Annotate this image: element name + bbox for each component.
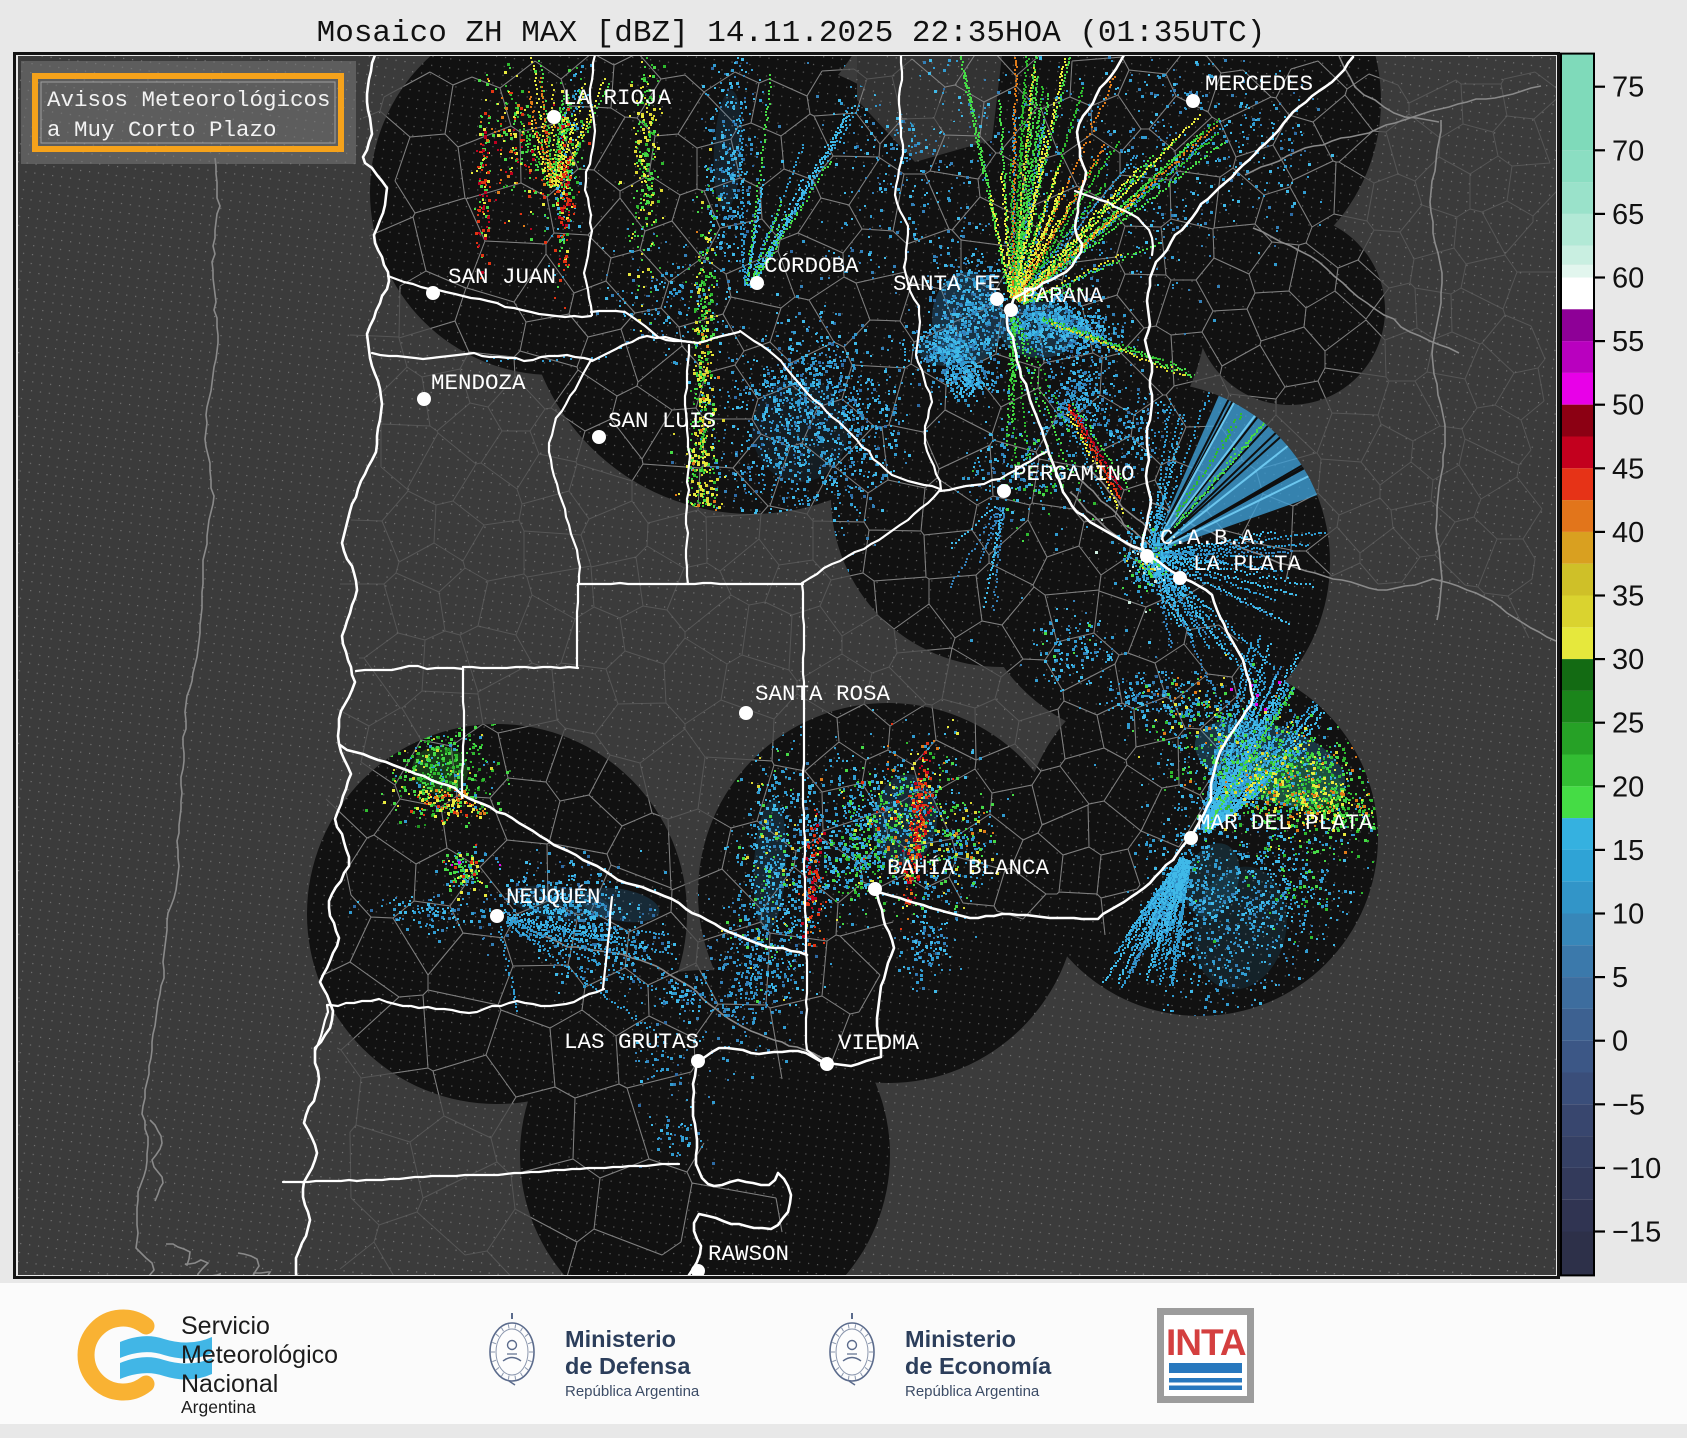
svg-text:a Muy Corto Plazo: a Muy Corto Plazo (47, 117, 277, 143)
svg-text:PERGAMINO: PERGAMINO (1013, 461, 1135, 487)
svg-text:40: 40 (1612, 517, 1644, 549)
svg-text:Ministerio: Ministerio (905, 1326, 1016, 1352)
svg-text:Meteorológico: Meteorológico (181, 1341, 338, 1369)
svg-text:NEUQUÉN: NEUQUÉN (506, 884, 601, 910)
svg-text:MERCEDES: MERCEDES (1205, 71, 1313, 97)
svg-text:BAHÍA BLANCA: BAHÍA BLANCA (887, 855, 1050, 881)
svg-text:SAN LUIS: SAN LUIS (608, 408, 716, 434)
svg-text:60: 60 (1612, 263, 1644, 295)
svg-text:75: 75 (1612, 72, 1644, 104)
svg-text:0: 0 (1612, 1026, 1628, 1058)
svg-text:30: 30 (1612, 644, 1644, 676)
svg-text:RAWSON: RAWSON (708, 1241, 789, 1267)
svg-text:25: 25 (1612, 708, 1644, 740)
svg-text:LAS GRUTAS: LAS GRUTAS (564, 1029, 699, 1055)
svg-text:5: 5 (1612, 962, 1628, 994)
svg-text:Servicio: Servicio (181, 1312, 270, 1340)
svg-text:15: 15 (1612, 835, 1644, 867)
svg-text:LA RIOJA: LA RIOJA (563, 85, 672, 111)
svg-text:Nacional: Nacional (181, 1370, 278, 1398)
svg-text:de Economía: de Economía (905, 1353, 1052, 1379)
svg-text:SAN JUAN: SAN JUAN (448, 264, 556, 290)
svg-text:10: 10 (1612, 899, 1644, 931)
svg-text:50: 50 (1612, 390, 1644, 422)
svg-text:República Argentina: República Argentina (905, 1383, 1040, 1400)
svg-text:Argentina: Argentina (181, 1397, 256, 1417)
svg-text:LA PLATA: LA PLATA (1193, 551, 1302, 577)
svg-text:20: 20 (1612, 771, 1644, 803)
svg-text:República Argentina: República Argentina (565, 1383, 700, 1400)
svg-text:−5: −5 (1612, 1089, 1645, 1121)
svg-text:MAR DEL PLATA: MAR DEL PLATA (1197, 810, 1373, 836)
svg-text:MENDOZA: MENDOZA (431, 370, 526, 396)
svg-text:SANTA FE: SANTA FE (893, 271, 1001, 297)
svg-text:PARANA: PARANA (1022, 283, 1104, 309)
svg-text:de Defensa: de Defensa (565, 1353, 691, 1379)
svg-text:VIEDMA: VIEDMA (838, 1030, 920, 1056)
svg-text:−15: −15 (1612, 1217, 1661, 1249)
svg-text:65: 65 (1612, 199, 1644, 231)
svg-text:55: 55 (1612, 326, 1644, 358)
svg-text:Avisos Meteorológicos: Avisos Meteorológicos (47, 87, 331, 113)
svg-text:CÓRDOBA: CÓRDOBA (764, 253, 859, 279)
svg-text:−10: −10 (1612, 1153, 1661, 1185)
svg-text:Ministerio: Ministerio (565, 1326, 676, 1352)
svg-text:70: 70 (1612, 135, 1644, 167)
svg-text:35: 35 (1612, 581, 1644, 613)
svg-text:Mosaico ZH MAX [dBZ] 14.11.202: Mosaico ZH MAX [dBZ] 14.11.2025 22:35HOA… (317, 16, 1266, 51)
svg-text:45: 45 (1612, 453, 1644, 485)
svg-text:SANTA ROSA: SANTA ROSA (755, 681, 891, 707)
svg-text:INTA: INTA (1166, 1322, 1246, 1363)
svg-text:C.A.B.A.: C.A.B.A. (1160, 525, 1268, 551)
